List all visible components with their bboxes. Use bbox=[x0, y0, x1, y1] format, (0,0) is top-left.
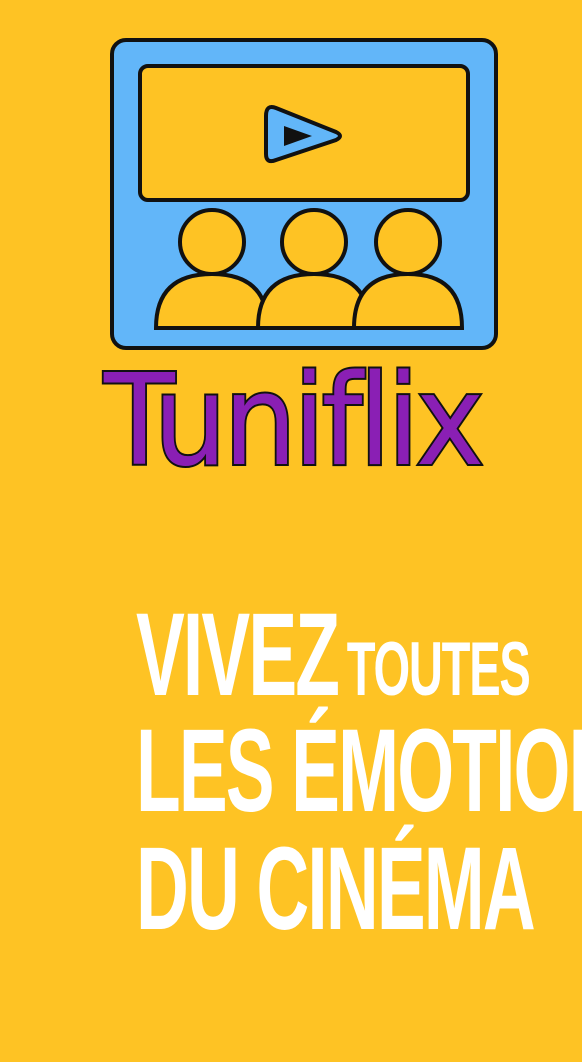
tagline-line-3: DU CINÉMA bbox=[136, 823, 536, 955]
tagline-line-2: LES ÉMOTIONS bbox=[136, 705, 582, 837]
cinema-screen-audience-icon bbox=[110, 38, 498, 350]
tagline-line-1: VIVEZ TOUTES bbox=[136, 596, 531, 714]
brand-name: Tuniflix bbox=[102, 347, 486, 494]
tagline-word-toutes: TOUTES bbox=[346, 627, 531, 712]
splash-screen: Tuniflix VIVEZTOUTES LES ÉMOTIONS DU CIN… bbox=[0, 0, 582, 1062]
tagline-word-vivez: VIVEZ bbox=[136, 589, 340, 721]
tagline: VIVEZTOUTES LES ÉMOTIONS DU CINÉMA bbox=[136, 596, 582, 955]
